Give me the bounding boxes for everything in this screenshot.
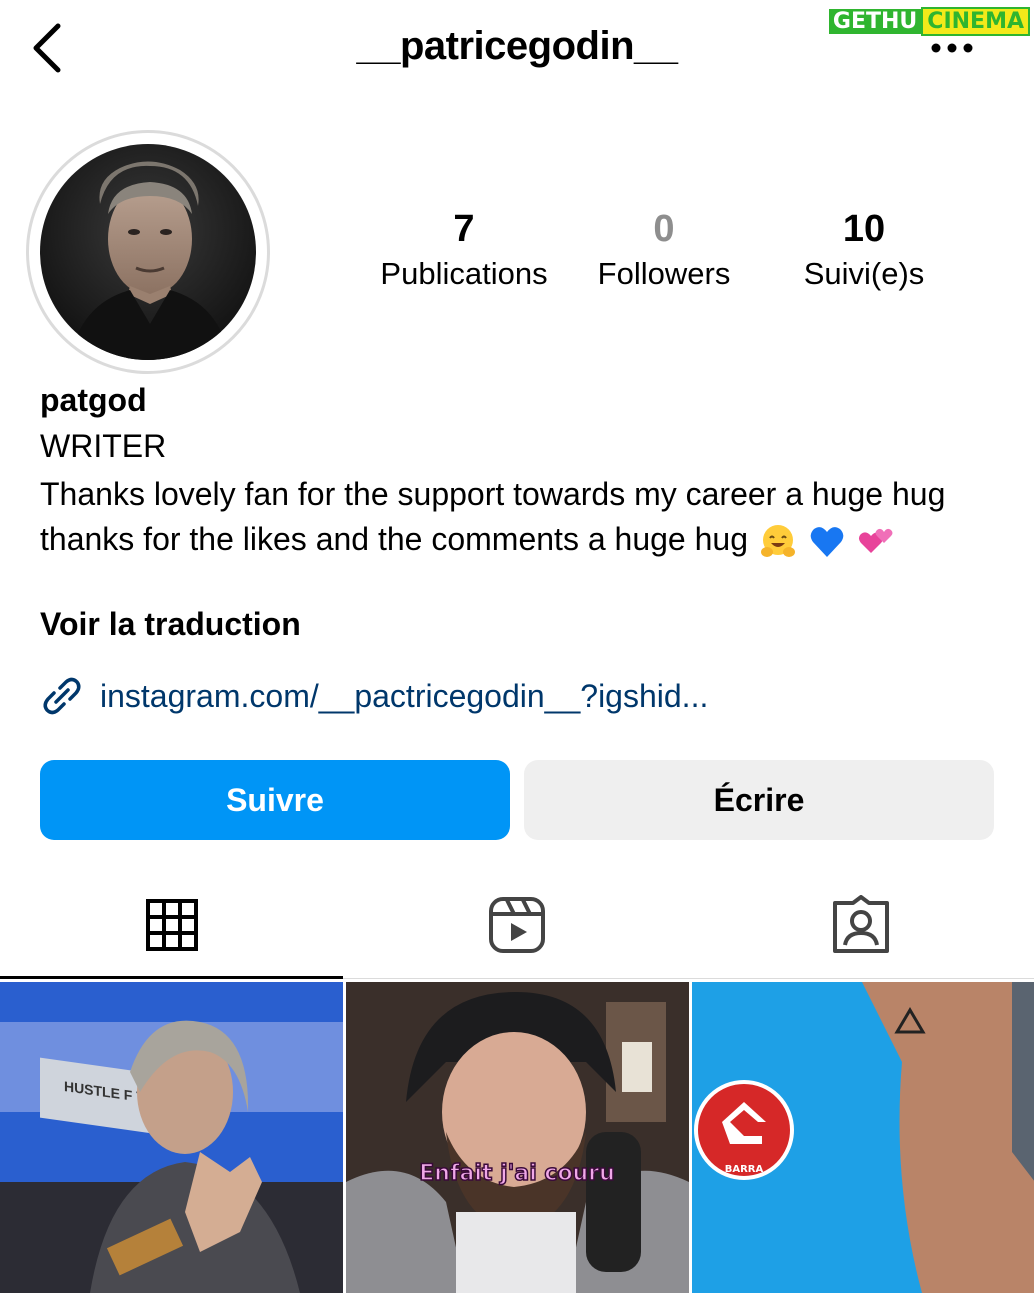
followers-count: 0 (653, 208, 675, 250)
website-link-text: instagram.com/__pactricegodin__?igshid..… (100, 677, 709, 714)
blue-heart-emoji-icon (810, 526, 844, 557)
video-caption-text: Enfait j'ai couru (419, 1161, 614, 1186)
profile-website-link[interactable]: instagram.com/__pactricegodin__?igshid..… (40, 674, 708, 718)
channel-watermark-logo: GETHU CINEMA (828, 6, 1030, 36)
tagged-icon[interactable] (831, 895, 891, 955)
following-count: 10 (842, 208, 886, 250)
publications-count: 7 (453, 208, 475, 250)
avatar[interactable] (40, 144, 256, 360)
profile-display-name: patgod (40, 382, 147, 418)
followers-label: Followers (597, 256, 731, 291)
hugging-face-emoji-icon (760, 524, 795, 557)
following-label: Suivi(e)s (803, 256, 925, 291)
link-chain-icon (43, 677, 81, 715)
more-options-icon[interactable] (930, 40, 974, 56)
stat-followers[interactable]: 0 Followers (580, 206, 748, 296)
two-hearts-emoji-icon (858, 528, 893, 553)
active-tab-indicator (0, 976, 343, 979)
post-thumbnail[interactable]: HUSTLE F THAT MU (0, 982, 343, 1293)
see-translation-link[interactable]: Voir la traduction (40, 606, 301, 643)
publications-label: Publications (380, 256, 548, 291)
profile-page: __patricegodin__ GETHU CINEMA 7 Publicat… (0, 0, 1034, 1293)
post-thumbnail[interactable]: BARRA (692, 982, 1034, 1293)
profile-category: WRITER (40, 428, 167, 464)
follow-button[interactable]: Suivre (40, 760, 510, 840)
stat-publications[interactable]: 7 Publications (368, 206, 560, 296)
grid-icon[interactable] (142, 895, 202, 955)
barra-logo-text: BARRA (725, 1164, 764, 1175)
stat-following[interactable]: 10 Suivi(e)s (776, 206, 952, 296)
post-thumbnail[interactable]: Enfait j'ai couru (346, 982, 689, 1293)
profile-bio: Thanks lovely fan for the support toward… (40, 472, 980, 562)
message-button[interactable]: Écrire (524, 760, 994, 840)
reels-icon[interactable] (487, 895, 547, 955)
